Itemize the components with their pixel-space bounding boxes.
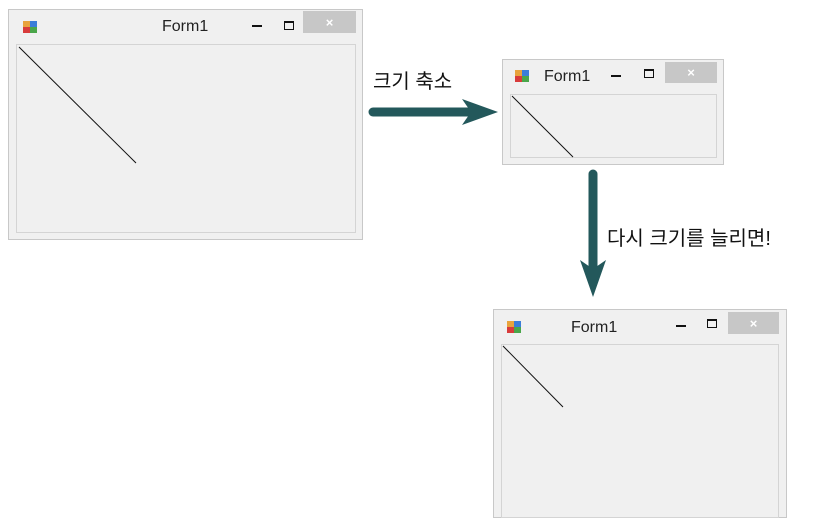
window-title: Form1 — [544, 68, 591, 85]
close-button[interactable]: × — [728, 312, 779, 334]
window-title: Form1 — [571, 319, 618, 336]
client-area[interactable] — [16, 44, 356, 233]
app-icon — [507, 321, 521, 333]
drawn-line-canvas — [18, 46, 137, 164]
maximize-icon — [284, 20, 294, 30]
title-bar[interactable]: Form1 × — [503, 60, 723, 94]
minimize-icon — [676, 325, 686, 327]
maximize-icon — [707, 318, 717, 328]
form1-window-shrunk: Form1 × — [502, 59, 724, 165]
maximize-button[interactable] — [279, 15, 299, 35]
drawn-diagonal-line — [511, 95, 574, 158]
drawn-line-canvas — [502, 345, 564, 408]
drawn-diagonal-line — [502, 345, 564, 408]
minimize-button[interactable] — [671, 316, 691, 336]
form1-window-original: Form1 × — [8, 9, 363, 240]
maximize-icon — [644, 68, 654, 78]
close-button[interactable]: × — [303, 11, 356, 33]
app-icon — [515, 70, 529, 82]
app-icon — [23, 21, 37, 33]
close-button[interactable]: × — [665, 62, 717, 83]
title-bar[interactable]: Form1 × — [494, 310, 786, 344]
maximize-button[interactable] — [640, 63, 658, 83]
maximize-button[interactable] — [702, 313, 722, 333]
minimize-icon — [611, 75, 621, 77]
enlarge-arrow — [580, 169, 606, 297]
minimize-icon — [252, 25, 262, 27]
enlarge-label: 다시 크기를 늘리면! — [607, 228, 771, 250]
drawn-diagonal-line — [18, 46, 137, 164]
client-area[interactable] — [510, 94, 717, 158]
shrink-label: 크기 축소 — [373, 71, 453, 93]
minimize-button[interactable] — [607, 66, 625, 86]
drawn-line-canvas — [511, 95, 574, 158]
minimize-button[interactable] — [247, 16, 267, 36]
title-bar[interactable]: Form1 × — [9, 10, 362, 44]
form1-window-reenlarged: Form1 × — [493, 309, 787, 518]
client-area[interactable] — [501, 344, 779, 518]
shrink-arrow — [368, 99, 498, 125]
window-title: Form1 — [162, 18, 209, 35]
